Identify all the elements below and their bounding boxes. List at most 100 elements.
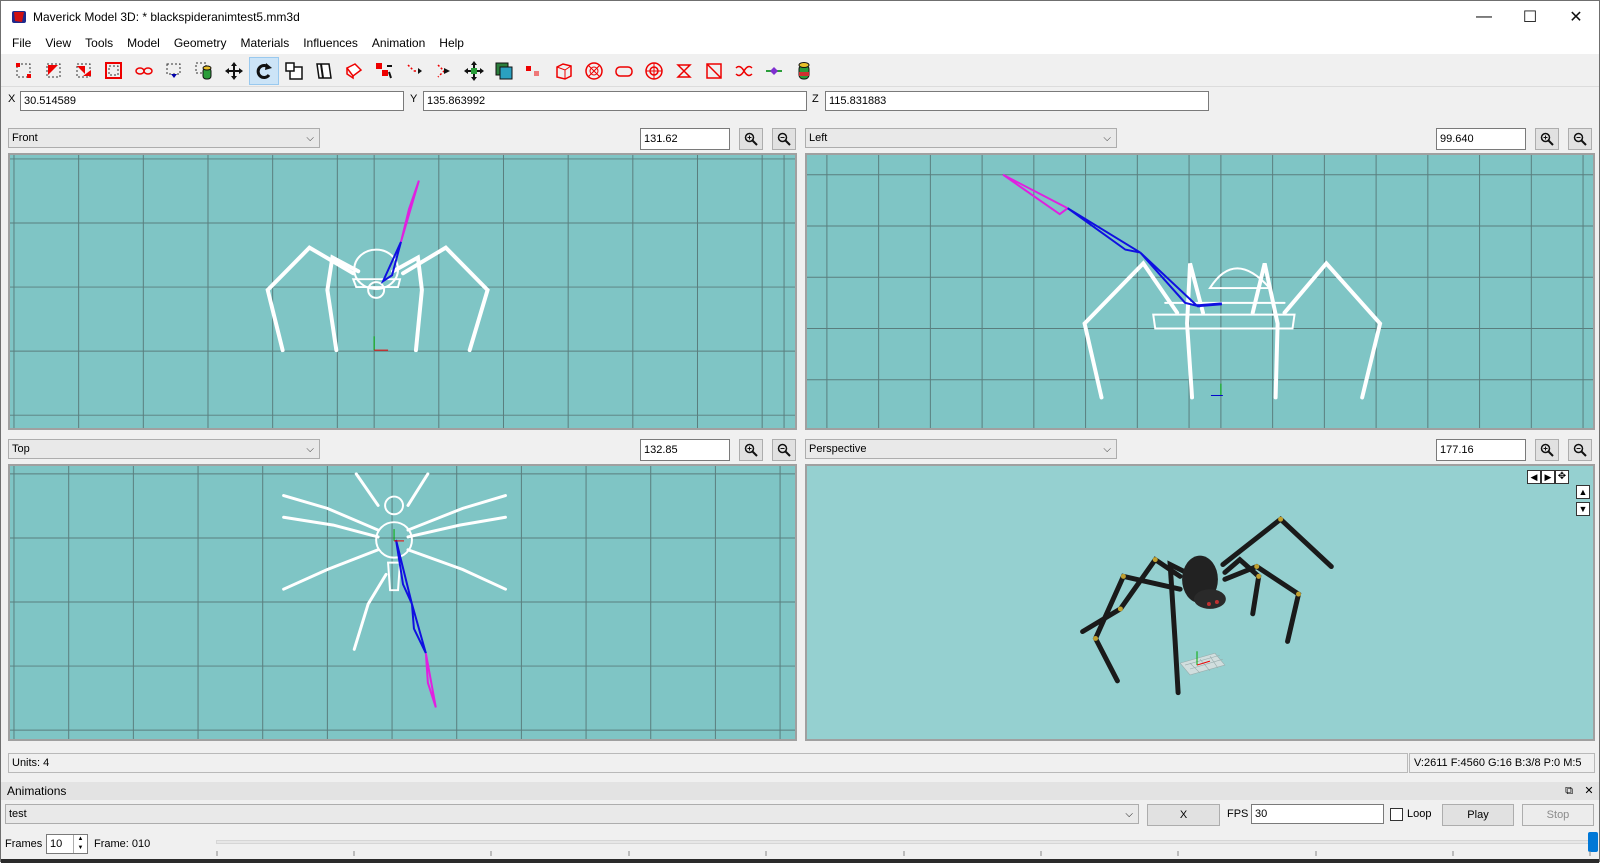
- menu-influences[interactable]: Influences: [296, 32, 365, 54]
- frame-slider-handle[interactable]: [1588, 832, 1598, 852]
- bone-chain-top: [395, 539, 437, 708]
- view-select-perspective[interactable]: Perspective ⌵: [805, 439, 1117, 459]
- zoom-input-perspective[interactable]: 177.16: [1436, 439, 1526, 461]
- spin-arrows-icon[interactable]: ▲ ▼: [73, 835, 87, 853]
- viewport-header-perspective: Perspective ⌵ 177.16: [1, 439, 1600, 461]
- current-frame-label: Frame: 010: [94, 838, 151, 850]
- scale-tool[interactable]: [279, 57, 309, 85]
- torus-wire-icon: [706, 62, 722, 79]
- fps-input[interactable]: 30: [1251, 804, 1384, 824]
- select-connected-icon: [76, 63, 91, 77]
- view-select-value: Perspective: [809, 443, 867, 455]
- background-icon: [556, 62, 572, 80]
- z-coordinate-input[interactable]: 115.831883: [825, 91, 1209, 111]
- menu-help[interactable]: Help: [432, 32, 471, 54]
- viewport-left[interactable]: [805, 153, 1595, 430]
- spider-wireframe-top: [282, 472, 507, 651]
- select-faces-tool[interactable]: [39, 57, 69, 85]
- menu-animation[interactable]: Animation: [365, 32, 432, 54]
- vertex-tool[interactable]: [789, 57, 819, 85]
- triangle-left-icon: ◀: [1530, 472, 1538, 482]
- model-counts-status: V:2611 F:4560 G:16 B:3/8 P:0 M:5: [1409, 753, 1595, 773]
- point-tool[interactable]: [489, 57, 519, 85]
- zoom-out-button[interactable]: [1568, 128, 1592, 150]
- viewport-top[interactable]: [8, 464, 797, 741]
- loop-checkbox[interactable]: [1390, 808, 1403, 821]
- float-panel-button[interactable]: ⧉: [1559, 782, 1579, 800]
- drag-vertex-tool[interactable]: [729, 57, 759, 85]
- cylinder-color-icon: [798, 61, 810, 79]
- menu-tools[interactable]: Tools: [78, 32, 120, 54]
- fps-label: FPS: [1227, 808, 1249, 820]
- cube-tool[interactable]: [429, 57, 459, 85]
- menu-materials[interactable]: Materials: [234, 32, 297, 54]
- select-vertices-tool[interactable]: [9, 57, 39, 85]
- y-coordinate-input[interactable]: 135.863992: [423, 91, 807, 111]
- panel-dock-buttons: ⧉ ✕: [1559, 782, 1599, 800]
- move-tool[interactable]: [219, 57, 249, 85]
- front-view-canvas: [10, 155, 795, 428]
- drag-vertex-2-tool[interactable]: [759, 57, 789, 85]
- menu-geometry[interactable]: Geometry: [167, 32, 234, 54]
- pan-down-button[interactable]: ▼: [1576, 502, 1590, 516]
- animations-panel-header: Animations ⧉ ✕: [1, 782, 1599, 800]
- pan-left-button[interactable]: ◀: [1527, 470, 1541, 484]
- select-groups-tool[interactable]: [99, 57, 129, 85]
- viewport-front[interactable]: [8, 153, 797, 430]
- x-coordinate-input[interactable]: 30.514589: [20, 91, 404, 111]
- bone-joint-icon: [464, 60, 484, 81]
- zoom-out-button[interactable]: [1568, 439, 1592, 461]
- delete-animation-button[interactable]: X: [1147, 804, 1220, 826]
- cylinder-tool[interactable]: [669, 57, 699, 85]
- close-panel-button[interactable]: ✕: [1579, 782, 1599, 800]
- zoom-input-left[interactable]: 99.640: [1436, 128, 1526, 150]
- point-icon: [495, 62, 513, 79]
- torus-wire-tool[interactable]: [699, 57, 729, 85]
- pan-up-button[interactable]: ▲: [1576, 485, 1590, 499]
- menu-file[interactable]: File: [5, 32, 38, 54]
- select-points-tool[interactable]: [159, 57, 189, 85]
- frames-value: 10: [50, 838, 63, 850]
- frame-slider-track[interactable]: [216, 840, 1591, 844]
- menu-model[interactable]: Model: [120, 32, 167, 54]
- pan-right-button[interactable]: ▶: [1541, 470, 1555, 484]
- select-points-icon: [166, 63, 181, 78]
- close-button[interactable]: ✕: [1553, 1, 1599, 32]
- ellipsoid-tool[interactable]: [579, 57, 609, 85]
- taskbar-strip: [1, 859, 1599, 863]
- animation-select[interactable]: test ⌵: [5, 804, 1139, 824]
- menu-view[interactable]: View: [38, 32, 78, 54]
- zoom-in-button[interactable]: [1535, 128, 1559, 150]
- attract-near-tool[interactable]: [369, 57, 399, 85]
- select-bone-joints-icon: [135, 66, 153, 75]
- spider-wireframe-left: [1082, 260, 1383, 400]
- extrude-tool[interactable]: [339, 57, 369, 85]
- attract-far-tool[interactable]: [399, 57, 429, 85]
- polygon-tool[interactable]: [609, 57, 639, 85]
- projection-tool[interactable]: [519, 57, 549, 85]
- x-label: X: [8, 93, 16, 105]
- select-bone-joints-tool[interactable]: [129, 57, 159, 85]
- rotate-tool[interactable]: [249, 56, 279, 85]
- scale-icon: [285, 61, 303, 80]
- minimize-button[interactable]: —: [1461, 1, 1507, 32]
- shear-tool[interactable]: [309, 57, 339, 85]
- bone-joint-tool[interactable]: [459, 57, 489, 85]
- frames-spinbox[interactable]: 10 ▲ ▼: [46, 834, 88, 854]
- select-projections-tool[interactable]: [189, 57, 219, 85]
- select-connected-tool[interactable]: [69, 57, 99, 85]
- background-tool[interactable]: [549, 57, 579, 85]
- play-button[interactable]: Play: [1442, 804, 1514, 826]
- perspective-view-canvas: [1080, 515, 1334, 696]
- view-select-left[interactable]: Left ⌵: [805, 128, 1117, 148]
- select-faces-icon: [46, 63, 61, 77]
- drag-vertex-icon: [735, 65, 753, 76]
- move-button[interactable]: ✥: [1555, 470, 1569, 484]
- zoom-in-button[interactable]: [1535, 439, 1559, 461]
- torus-tool[interactable]: [639, 57, 669, 85]
- app-window: Maverick Model 3D: * blackspideranimtest…: [0, 0, 1600, 863]
- stop-button[interactable]: Stop: [1522, 804, 1594, 826]
- viewport-perspective[interactable]: ◀ ▶ ✥ ▲ ▼: [805, 464, 1595, 741]
- frames-label: Frames: [5, 838, 43, 850]
- maximize-button[interactable]: ☐: [1507, 1, 1553, 32]
